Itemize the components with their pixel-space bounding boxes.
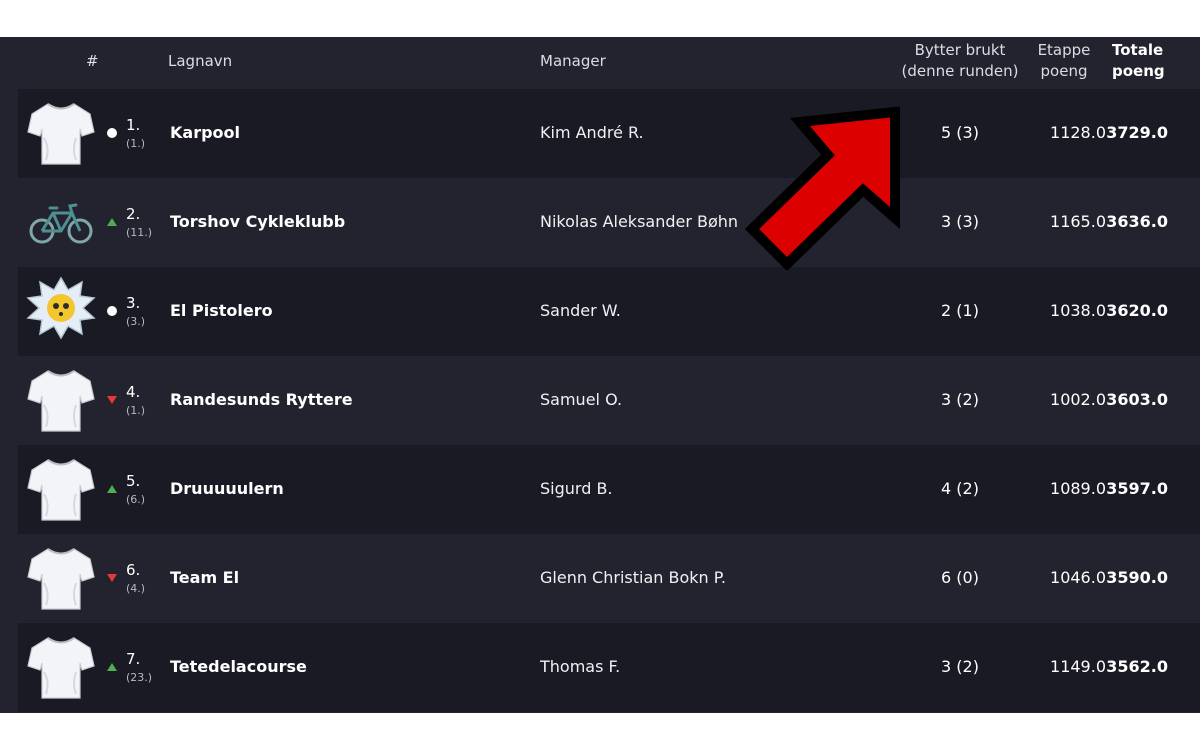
substitutions-used: 6 (0) (941, 568, 979, 587)
rank-down-icon (107, 395, 117, 405)
previous-rank: (23.) (126, 671, 153, 684)
header-subs-line2: (denne runden) (901, 62, 1019, 80)
previous-rank: (3.) (126, 315, 146, 328)
previous-rank: (11.) (126, 226, 153, 239)
team-name[interactable]: El Pistolero (170, 301, 273, 320)
table-row[interactable]: 3. (3.) El Pistolero Sander W. 2 (1) 103… (18, 267, 1200, 356)
rank-same-icon (107, 128, 117, 138)
team-name[interactable]: Team El (170, 568, 239, 587)
header-stage-line2: poeng (1040, 62, 1088, 80)
header-rank: # (86, 52, 99, 70)
rank: 2. (126, 205, 141, 223)
header-total-line1: Totale (1112, 41, 1164, 59)
red-arrow-icon (745, 106, 900, 270)
total-points: 3603.0 (1106, 390, 1168, 409)
team-name[interactable]: Tetedelacourse (170, 657, 307, 676)
table-row[interactable]: 5. (6.) Druuuuulern Sigurd B. 4 (2) 1089… (18, 445, 1200, 534)
total-points: 3590.0 (1106, 568, 1168, 587)
table-row[interactable]: 2. (11.) Torshov Cykleklubb Nikolas Alek… (18, 178, 1200, 267)
team-name[interactable]: Druuuuulern (170, 479, 284, 498)
table-row[interactable]: 6. (4.) Team El Glenn Christian Bokn P. … (18, 534, 1200, 623)
substitutions-used: 3 (3) (941, 212, 979, 231)
header-stage-line1: Etappe (1037, 41, 1091, 59)
tshirt-icon (26, 632, 96, 702)
explosion-face-icon (26, 276, 96, 346)
team-name[interactable]: Randesunds Ryttere (170, 390, 353, 409)
table-row[interactable]: 4. (1.) Randesunds Ryttere Samuel O. 3 (… (18, 356, 1200, 445)
tshirt-icon (26, 454, 96, 524)
rank-up-icon (107, 484, 117, 494)
rank: 4. (126, 383, 141, 401)
bicycle-icon (26, 187, 96, 257)
manager-name: Nikolas Aleksander Bøhn (540, 212, 739, 231)
header-total[interactable]: Totale poeng (1112, 40, 1165, 82)
table-header: # Lagnavn Manager Bytter brukt (denne ru… (0, 37, 1200, 89)
header-subs-line1: Bytter brukt (914, 41, 1006, 59)
substitutions-used: 4 (2) (941, 479, 979, 498)
header-subs[interactable]: Bytter brukt (denne runden) (896, 40, 1024, 82)
leaderboard: # Lagnavn Manager Bytter brukt (denne ru… (0, 37, 1200, 713)
rank-up-icon (107, 662, 117, 672)
rank: 1. (126, 116, 141, 134)
manager-name: Thomas F. (540, 657, 621, 676)
substitutions-used: 2 (1) (941, 301, 979, 320)
manager-name: Samuel O. (540, 390, 623, 409)
header-total-line2: poeng (1112, 62, 1165, 80)
previous-rank: (1.) (126, 404, 146, 417)
substitutions-used: 3 (2) (941, 657, 979, 676)
previous-rank: (1.) (126, 137, 146, 150)
manager-name: Kim André R. (540, 123, 644, 142)
substitutions-used: 3 (2) (941, 390, 979, 409)
team-name[interactable]: Torshov Cykleklubb (170, 212, 345, 231)
tshirt-icon (26, 543, 96, 613)
rank-same-icon (107, 306, 117, 316)
tshirt-icon (26, 365, 96, 435)
rank: 6. (126, 561, 141, 579)
header-team[interactable]: Lagnavn (168, 51, 232, 72)
rank: 7. (126, 650, 141, 668)
tshirt-icon (26, 98, 96, 168)
rank-up-icon (107, 217, 117, 227)
rank-down-icon (107, 573, 117, 583)
total-points: 3636.0 (1106, 212, 1168, 231)
total-points: 3597.0 (1106, 479, 1168, 498)
table-row[interactable]: 7. (23.) Tetedelacourse Thomas F. 3 (2) … (18, 623, 1200, 712)
substitutions-used: 5 (3) (941, 123, 979, 142)
rank: 3. (126, 294, 141, 312)
manager-name: Sigurd B. (540, 479, 613, 498)
total-points: 3729.0 (1106, 123, 1168, 142)
header-stage[interactable]: Etappe poeng (1032, 40, 1096, 82)
manager-name: Glenn Christian Bokn P. (540, 568, 726, 587)
header-manager[interactable]: Manager (540, 51, 606, 72)
previous-rank: (6.) (126, 493, 146, 506)
rank: 5. (126, 472, 141, 490)
table-row[interactable]: 1. (1.) Karpool Kim André R. 5 (3) 1128.… (18, 89, 1200, 178)
previous-rank: (4.) (126, 582, 146, 595)
total-points: 3562.0 (1106, 657, 1168, 676)
total-points: 3620.0 (1106, 301, 1168, 320)
team-name[interactable]: Karpool (170, 123, 240, 142)
manager-name: Sander W. (540, 301, 621, 320)
